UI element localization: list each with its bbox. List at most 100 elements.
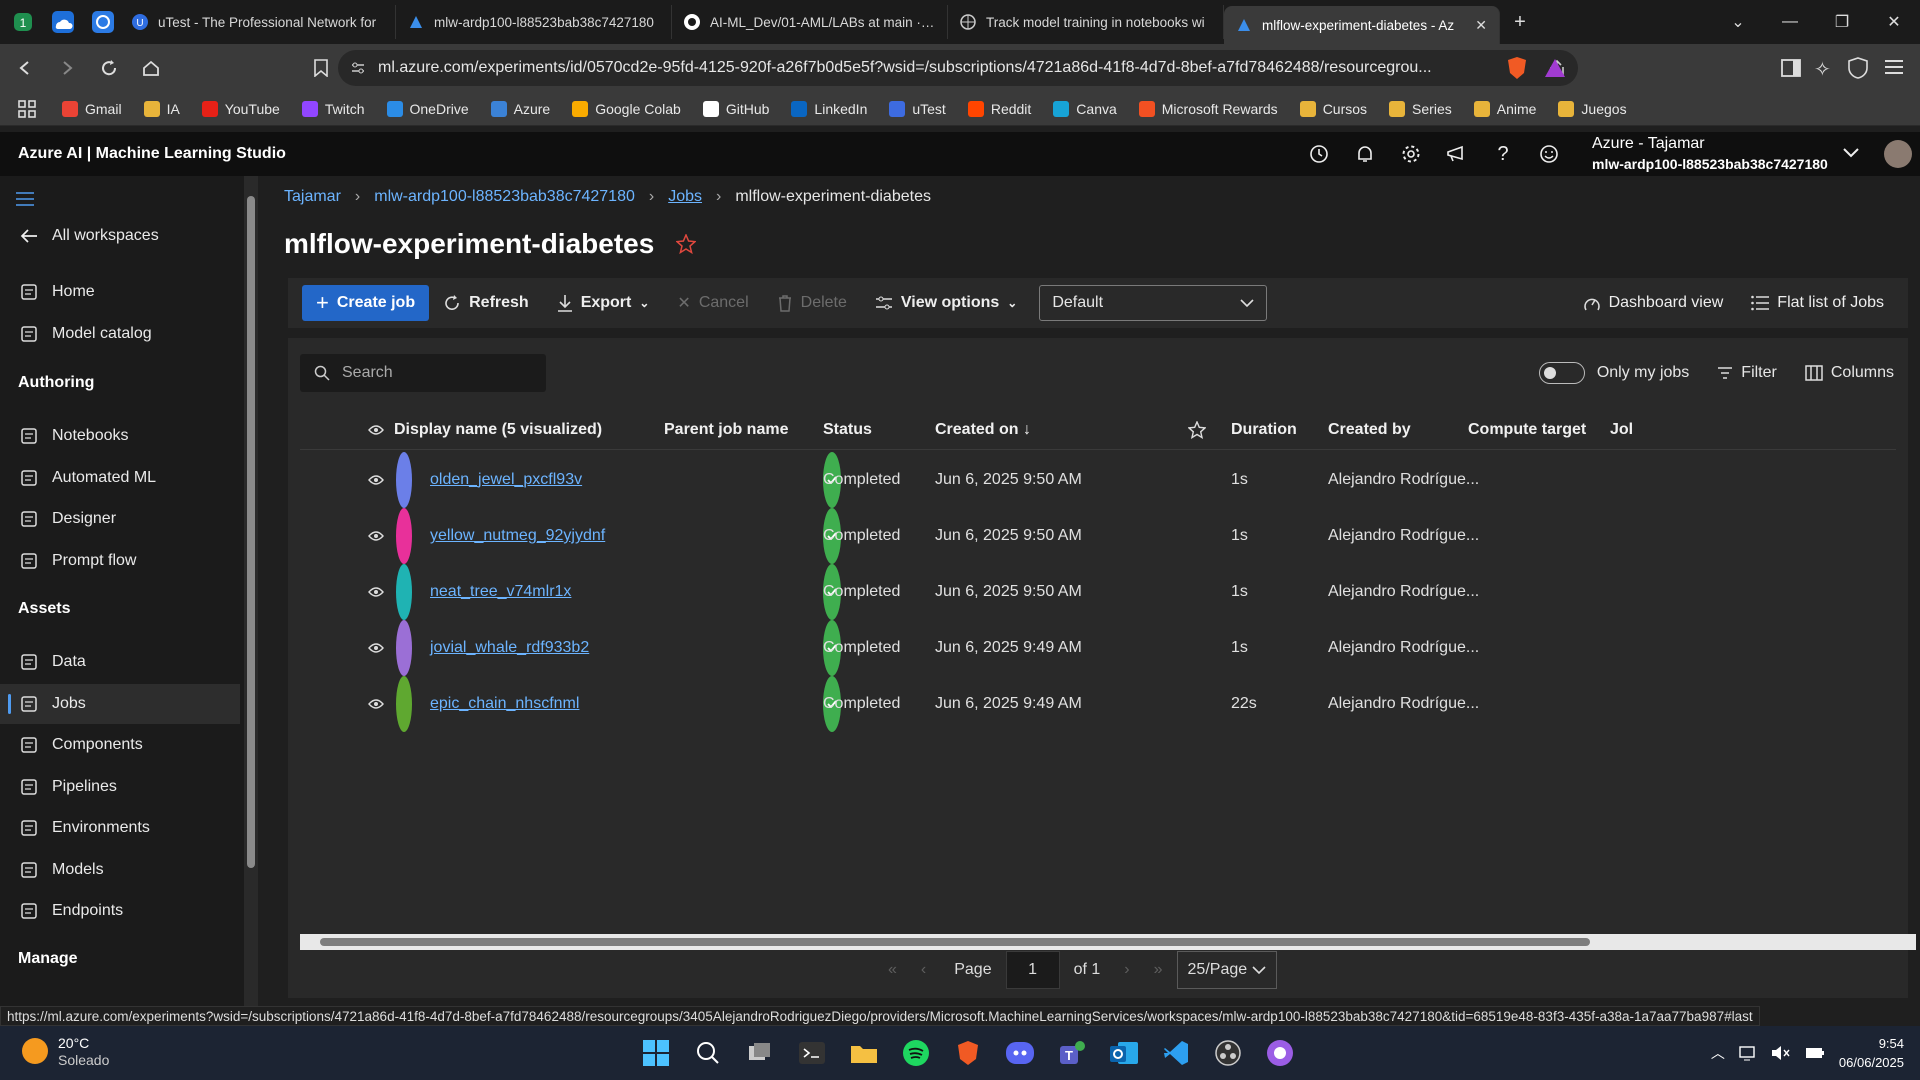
spotify-icon[interactable] bbox=[896, 1034, 936, 1072]
export-button[interactable]: Export ⌄ bbox=[543, 285, 664, 321]
teams-icon[interactable]: T bbox=[1052, 1034, 1092, 1072]
view-select-dropdown[interactable]: Default bbox=[1039, 285, 1268, 321]
close-tab-icon[interactable]: ✕ bbox=[1475, 17, 1487, 34]
tab-track-training[interactable]: Track model training in notebooks wi bbox=[948, 5, 1224, 39]
tab-github[interactable]: AI-ML_Dev/01-AML/LABs at main · al bbox=[672, 5, 948, 39]
brave-rewards-icon[interactable] bbox=[1544, 58, 1566, 78]
start-icon[interactable] bbox=[636, 1034, 676, 1072]
edge-pinned-icon[interactable] bbox=[86, 5, 120, 39]
browser-menu-icon[interactable] bbox=[1884, 59, 1904, 75]
page-number-input[interactable]: 1 bbox=[1005, 951, 1060, 989]
delete-button[interactable]: Delete bbox=[763, 285, 861, 321]
bookmark-reddit[interactable]: Reddit bbox=[960, 100, 1039, 117]
bookmark-ia[interactable]: IA bbox=[136, 100, 188, 117]
sidebar-item-prompt-flow[interactable]: Prompt flow bbox=[0, 541, 240, 581]
onedrive-pinned-icon[interactable] bbox=[46, 5, 80, 39]
flat-list-button[interactable]: Flat list of Jobs bbox=[1737, 285, 1898, 321]
table-row[interactable]: jovial_whale_rdf933b2 Completed Jun 6, 202… bbox=[300, 620, 1896, 676]
github-desktop-icon[interactable] bbox=[1260, 1034, 1300, 1072]
col-favorite-star-icon[interactable] bbox=[1188, 410, 1206, 449]
task-view-icon[interactable] bbox=[740, 1034, 780, 1072]
search-box[interactable] bbox=[300, 354, 546, 392]
sidebar-item-data[interactable]: Data bbox=[0, 642, 240, 682]
announcements-icon[interactable] bbox=[1434, 132, 1480, 176]
horizontal-scrollbar[interactable] bbox=[300, 934, 1916, 950]
bookmark-twitch[interactable]: Twitch bbox=[294, 100, 373, 117]
outlook-icon[interactable] bbox=[1104, 1034, 1144, 1072]
history-icon[interactable] bbox=[1296, 132, 1342, 176]
sidebar-item-notebooks[interactable]: Notebooks bbox=[0, 416, 240, 456]
visibility-eye-icon[interactable] bbox=[368, 508, 384, 564]
sidebar-item-jobs[interactable]: Jobs bbox=[0, 683, 240, 724]
col-compute-target[interactable]: Compute target bbox=[1468, 410, 1586, 449]
columns-button[interactable]: Columns bbox=[1791, 364, 1908, 382]
file-explorer-icon[interactable] bbox=[844, 1034, 884, 1072]
discord-icon[interactable] bbox=[1000, 1034, 1040, 1072]
sidebar-toggle-icon[interactable] bbox=[1780, 57, 1802, 79]
search-input[interactable] bbox=[342, 364, 522, 382]
forward-icon[interactable] bbox=[50, 51, 84, 85]
bookmark-cursos[interactable]: Cursos bbox=[1292, 100, 1375, 117]
prev-page-icon[interactable]: ‹ bbox=[921, 961, 926, 979]
create-job-button[interactable]: + Create job bbox=[302, 285, 430, 321]
tab-workspace[interactable]: mlw-ardp100-l88523bab38c7427180 bbox=[396, 5, 672, 39]
sidebar-item-components[interactable]: Components bbox=[0, 725, 240, 765]
bookmark-canva[interactable]: Canva bbox=[1045, 100, 1124, 117]
sidebar-item-automated-ml[interactable]: Automated ML bbox=[0, 458, 240, 498]
col-status[interactable]: Status bbox=[823, 410, 872, 449]
tab-search-icon[interactable]: ⌄ bbox=[1712, 0, 1764, 44]
job-name-link[interactable]: yellow_nutmeg_92yjydnf bbox=[430, 508, 605, 564]
tab-utest[interactable]: UuTest - The Professional Network for bbox=[120, 5, 396, 39]
refresh-button[interactable]: Refresh bbox=[429, 285, 543, 321]
visibility-all-icon[interactable] bbox=[368, 410, 384, 449]
bookmark-page-icon[interactable] bbox=[304, 51, 338, 85]
col-duration[interactable]: Duration bbox=[1231, 410, 1297, 449]
table-row[interactable]: neat_tree_v74mlr1x Completed Jun 6, 2025 9… bbox=[300, 564, 1896, 620]
feedback-smiley-icon[interactable] bbox=[1526, 132, 1572, 176]
table-row[interactable]: yellow_nutmeg_92yjydnf Completed Jun 6, 20… bbox=[300, 508, 1896, 564]
sidebar-item-designer[interactable]: Designer bbox=[0, 499, 240, 539]
avatar[interactable] bbox=[1884, 140, 1912, 168]
bookmark-anime[interactable]: Anime bbox=[1466, 100, 1545, 117]
bookmark-youtube[interactable]: YouTube bbox=[194, 100, 288, 117]
view-options-button[interactable]: View options ⌄ bbox=[861, 285, 1031, 321]
last-page-icon[interactable]: » bbox=[1154, 961, 1163, 979]
address-bar[interactable]: ml.azure.com/experiments/id/0570cd2e-95f… bbox=[338, 50, 1578, 86]
only-my-jobs-toggle[interactable] bbox=[1538, 362, 1585, 384]
account-chevron-down-icon[interactable] bbox=[1842, 146, 1860, 160]
sidebar-item-models[interactable]: Models bbox=[0, 850, 240, 890]
col-created-by[interactable]: Created by bbox=[1328, 410, 1411, 449]
visibility-eye-icon[interactable] bbox=[368, 676, 384, 732]
bookmark-azure[interactable]: Azure bbox=[483, 100, 559, 117]
bookmark-github[interactable]: GitHub bbox=[695, 100, 778, 117]
help-icon[interactable]: ? bbox=[1480, 132, 1526, 176]
bookmark-juegos[interactable]: Juegos bbox=[1550, 100, 1634, 117]
favorite-star-icon[interactable] bbox=[676, 234, 697, 254]
page-size-select[interactable]: 25/Page bbox=[1176, 951, 1277, 989]
filter-button[interactable]: Filter bbox=[1703, 364, 1791, 382]
apps-grid-icon[interactable] bbox=[18, 99, 36, 118]
visibility-eye-icon[interactable] bbox=[368, 564, 384, 620]
col-created-on[interactable]: Created on ↓ bbox=[935, 410, 1031, 449]
close-window-button[interactable]: ✕ bbox=[1868, 0, 1920, 44]
breadcrumb-workspace[interactable]: mlw-ardp100-l88523bab38c7427180 bbox=[374, 188, 635, 206]
sidebar-item-endpoints[interactable]: Endpoints bbox=[0, 891, 240, 931]
vpn-icon[interactable] bbox=[1848, 57, 1868, 79]
dashboard-view-button[interactable]: Dashboard view bbox=[1569, 285, 1738, 321]
new-tab-button[interactable]: + bbox=[1500, 11, 1540, 34]
back-icon[interactable] bbox=[8, 51, 42, 85]
visibility-eye-icon[interactable] bbox=[368, 620, 384, 676]
next-page-icon[interactable]: › bbox=[1124, 961, 1129, 979]
col-job-type[interactable]: Jol bbox=[1610, 410, 1633, 449]
site-settings-icon[interactable] bbox=[350, 60, 366, 76]
job-name-link[interactable]: neat_tree_v74mlr1x bbox=[430, 564, 571, 620]
sidebar-item-model-catalog[interactable]: Model catalog bbox=[0, 314, 240, 354]
tab-experiment[interactable]: mlflow-experiment-diabetes - Az ✕ bbox=[1224, 6, 1500, 44]
visibility-eye-icon[interactable] bbox=[368, 452, 384, 508]
maximize-button[interactable]: ❐ bbox=[1816, 0, 1868, 44]
chevron-up-icon[interactable]: ︿ bbox=[1711, 1043, 1725, 1063]
terminal-icon[interactable] bbox=[792, 1034, 832, 1072]
weather-widget[interactable]: 20°C Soleado bbox=[22, 1034, 109, 1068]
network-icon[interactable] bbox=[1739, 1045, 1757, 1061]
app-brand[interactable]: Azure AI | Machine Learning Studio bbox=[0, 145, 286, 163]
